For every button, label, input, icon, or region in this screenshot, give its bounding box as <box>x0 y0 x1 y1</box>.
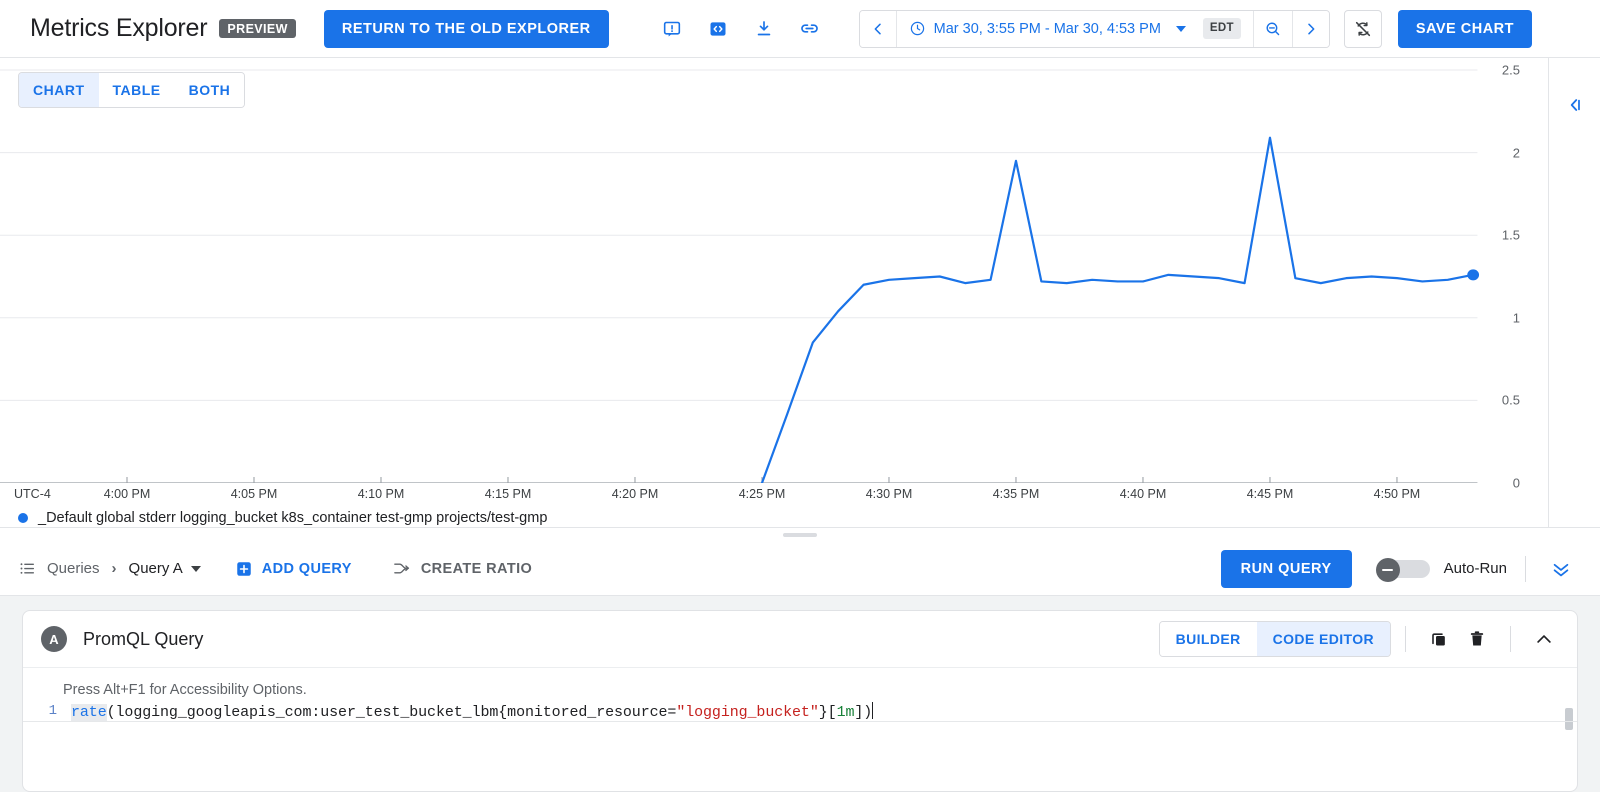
editor-mode-toggle: BUILDER CODE EDITOR <box>1158 621 1391 657</box>
copy-icon[interactable] <box>1420 620 1458 658</box>
chart-panel: CHART TABLE BOTH 0 0.5 1 1.5 2 2.5 UTC-4 4:00 … <box>0 58 1600 528</box>
return-to-old-explorer-button[interactable]: RETURN TO THE OLD EXPLORER <box>323 9 609 48</box>
query-breadcrumb: Queries › Query A <box>18 559 201 578</box>
code-text[interactable]: rate(logging_googleapis_com:user_test_bu… <box>71 702 874 721</box>
code-editor: Press Alt+F1 for Accessibility Options. … <box>23 667 1577 730</box>
code-token: rate <box>71 704 107 721</box>
create-ratio-label: CREATE RATIO <box>420 560 533 577</box>
x-axis-tick-label: 4:45 PM <box>1246 487 1294 501</box>
line-number: 1 <box>48 703 57 719</box>
chart-view-toggle: CHART TABLE BOTH <box>18 72 246 108</box>
toolbar-icon-group <box>653 10 829 48</box>
x-axis-tick-label: 4:20 PM <box>611 487 659 501</box>
x-axis-timezone-label: UTC-4 <box>14 487 51 501</box>
x-axis-tick-label: 4:00 PM <box>103 487 151 501</box>
accessibility-hint: Press Alt+F1 for Accessibility Options. <box>63 682 307 698</box>
range-next-button[interactable] <box>1291 10 1329 47</box>
promql-query-card: A PromQL Query BUILDER CODE EDITOR Press… <box>22 610 1578 792</box>
query-actions: RUN QUERY Auto-Run <box>1220 549 1580 588</box>
metrics-explorer-app: Metrics Explorer PREVIEW RETURN TO THE O… <box>0 0 1600 792</box>
actions-divider-1 <box>1405 626 1406 652</box>
x-axis-tick-label: 4:10 PM <box>357 487 405 501</box>
range-value-button[interactable]: Mar 30, 3:55 PM - Mar 30, 4:53 PM EDT <box>895 10 1253 47</box>
code-editor-box[interactable]: 1 rate(logging_googleapis_com:user_test_… <box>23 702 1577 730</box>
auto-run-toggle[interactable] <box>1375 557 1430 582</box>
code-brackets-icon[interactable] <box>699 10 737 48</box>
code-line[interactable]: 1 rate(logging_googleapis_com:user_test_… <box>23 702 1577 721</box>
legend-color-swatch <box>18 513 28 523</box>
code-token: "logging_bucket" <box>676 704 819 721</box>
range-text: Mar 30, 3:55 PM - Mar 30, 4:53 PM <box>933 20 1161 37</box>
chart-legend[interactable]: _Default global stderr logging_bucket k8… <box>18 510 547 526</box>
chevron-up-icon[interactable] <box>1525 620 1563 658</box>
x-axis-tick-label: 4:35 PM <box>992 487 1040 501</box>
query-card-zone: A PromQL Query BUILDER CODE EDITOR Press… <box>0 596 1600 792</box>
chevron-down-icon <box>1175 25 1186 32</box>
query-toolbar: Queries › Query A ADD QUERY CREATE RATIO… <box>0 542 1600 596</box>
page-title: Metrics Explorer <box>30 14 208 42</box>
editor-scrollbar-thumb[interactable] <box>1565 708 1573 730</box>
code-token: (logging_googleapis_com:user_test_bucket… <box>106 704 677 721</box>
tab-both[interactable]: BOTH <box>174 73 245 107</box>
chevron-down-icon[interactable] <box>190 565 201 572</box>
chart-plot-area[interactable] <box>0 58 1548 483</box>
time-range-picker: Mar 30, 3:55 PM - Mar 30, 4:53 PM EDT <box>858 9 1330 48</box>
tab-builder[interactable]: BUILDER <box>1159 622 1257 656</box>
query-card-header: A PromQL Query BUILDER CODE EDITOR <box>23 611 1577 667</box>
x-axis-tick-label: 4:40 PM <box>1119 487 1167 501</box>
x-axis-labels: UTC-4 4:00 PM 4:05 PM 4:10 PM 4:15 PM 4:20 PM… <box>0 482 1548 508</box>
list-icon[interactable] <box>18 559 37 578</box>
queries-label[interactable]: Queries <box>47 560 100 577</box>
add-query-button[interactable]: ADD QUERY <box>235 560 352 578</box>
code-token: ]) <box>854 704 873 721</box>
ratio-arrows-icon <box>392 559 411 578</box>
query-card-title: PromQL Query <box>83 628 204 649</box>
trash-icon[interactable] <box>1458 620 1496 658</box>
legend-series-label: _Default global stderr logging_bucket k8… <box>38 510 548 526</box>
toolbar-divider <box>1525 555 1526 582</box>
x-axis-tick-label: 4:30 PM <box>865 487 913 501</box>
link-icon[interactable] <box>791 10 829 48</box>
save-chart-button[interactable]: SAVE CHART <box>1397 9 1532 48</box>
x-axis-tick-label: 4:25 PM <box>738 487 786 501</box>
actions-divider-2 <box>1510 626 1511 652</box>
toggle-knob <box>1375 557 1400 582</box>
tab-table[interactable]: TABLE <box>98 73 175 107</box>
current-query-label[interactable]: Query A <box>129 560 183 577</box>
clock-icon <box>909 20 926 37</box>
alert-icon[interactable] <box>653 10 691 48</box>
range-previous-button[interactable] <box>859 10 896 47</box>
x-axis-tick-label: 4:50 PM <box>1373 487 1421 501</box>
chart-main: CHART TABLE BOTH 0 0.5 1 1.5 2 2.5 UTC-4 4:00 … <box>0 58 1548 527</box>
create-ratio-button[interactable]: CREATE RATIO <box>392 559 532 578</box>
collapse-panel-icon[interactable] <box>1556 86 1594 124</box>
double-chevron-down-icon[interactable] <box>1542 550 1580 588</box>
add-query-label: ADD QUERY <box>261 560 352 577</box>
query-badge: A <box>41 626 67 652</box>
zoom-out-icon[interactable] <box>1252 10 1292 47</box>
auto-run-label: Auto-Run <box>1443 560 1507 577</box>
code-token: }[ <box>818 704 837 721</box>
drag-bar <box>783 533 817 537</box>
editor-bottom-border <box>23 721 1577 722</box>
code-token: 1m <box>836 704 855 721</box>
sync-disabled-icon[interactable] <box>1343 9 1382 48</box>
x-axis-tick-label: 4:15 PM <box>484 487 532 501</box>
timezone-badge: EDT <box>1202 17 1241 40</box>
tab-chart[interactable]: CHART <box>19 73 99 107</box>
text-cursor <box>872 702 874 719</box>
panel-drag-handle[interactable] <box>0 528 1600 542</box>
breadcrumb-separator: › <box>111 560 117 577</box>
right-rail <box>1548 58 1600 527</box>
download-icon[interactable] <box>745 10 783 48</box>
query-card-actions: BUILDER CODE EDITOR <box>1158 620 1563 658</box>
top-toolbar: Metrics Explorer PREVIEW RETURN TO THE O… <box>0 0 1600 58</box>
x-axis-tick-label: 4:05 PM <box>230 487 278 501</box>
preview-badge: PREVIEW <box>219 18 296 39</box>
tab-code-editor[interactable]: CODE EDITOR <box>1256 622 1390 656</box>
run-query-button[interactable]: RUN QUERY <box>1220 549 1352 588</box>
plus-square-icon <box>235 560 253 578</box>
